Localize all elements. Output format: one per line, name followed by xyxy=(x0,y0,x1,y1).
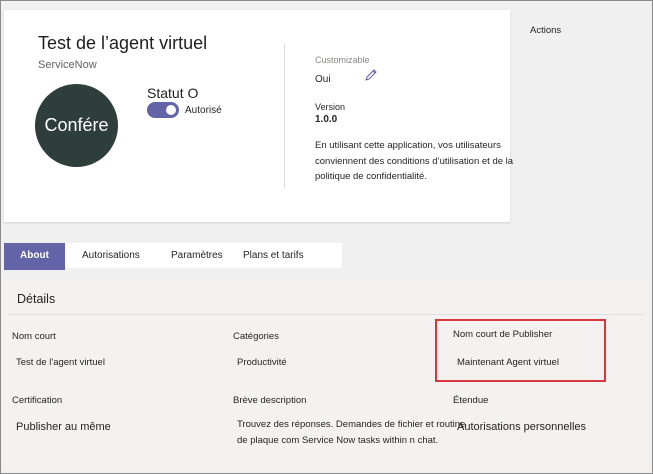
tab-label: About xyxy=(20,250,49,261)
version-label: Version xyxy=(315,102,346,112)
toggle-knob xyxy=(166,105,176,115)
short-name-value: Test de l'agent virtuel xyxy=(16,357,105,368)
tab-label: Plans et tarifs xyxy=(243,250,304,261)
tab-label: Autorisations xyxy=(82,250,140,261)
tab-label: Paramètres xyxy=(171,250,223,261)
card-divider xyxy=(284,43,285,189)
description-label: Brève description xyxy=(233,395,307,406)
scope-label: Étendue xyxy=(453,395,489,406)
description-value: Trouvez des réponses. Demandes de fichie… xyxy=(237,419,466,446)
status-toggle[interactable] xyxy=(147,102,179,118)
app-title: Test de l’agent virtuel xyxy=(38,33,208,53)
customizable-value: Oui xyxy=(315,74,331,85)
details-separator xyxy=(8,314,644,315)
categories-label: Catégories xyxy=(233,331,279,342)
terms-text: En utilisant cette application, vos util… xyxy=(315,140,514,182)
actions-label: Actions xyxy=(530,25,562,36)
short-name-label: Nom court xyxy=(12,331,56,342)
app-avatar: Confére xyxy=(35,84,118,167)
tab-about[interactable]: About xyxy=(4,243,65,270)
tab-parametres[interactable]: Paramètres xyxy=(171,243,223,268)
customizable-label: Customizable xyxy=(315,55,370,65)
pencil-icon[interactable] xyxy=(364,68,378,82)
details-title: Détails xyxy=(17,292,56,306)
app-info-card: Test de l’agent virtuel ServiceNow Confé… xyxy=(4,10,513,222)
highlight-box xyxy=(435,319,606,382)
tab-active-indicator xyxy=(4,268,65,270)
tab-autorisations[interactable]: Autorisations xyxy=(82,243,140,268)
version-value: 1.0.0 xyxy=(315,114,338,125)
status-toggle-label: Autorisé xyxy=(185,105,222,116)
categories-value: Productivité xyxy=(237,357,287,368)
certification-value: Publisher au même xyxy=(16,421,111,433)
certification-label: Certification xyxy=(12,395,63,406)
tab-bar: About Autorisations Paramètres Plans et … xyxy=(4,243,342,270)
avatar-text: Confére xyxy=(44,115,109,135)
app-publisher: ServiceNow xyxy=(38,59,97,71)
scope-value: Autorisations personnelles xyxy=(457,421,587,433)
status-label: Statut O xyxy=(147,85,199,101)
tab-plans-tarifs[interactable]: Plans et tarifs xyxy=(243,243,304,268)
